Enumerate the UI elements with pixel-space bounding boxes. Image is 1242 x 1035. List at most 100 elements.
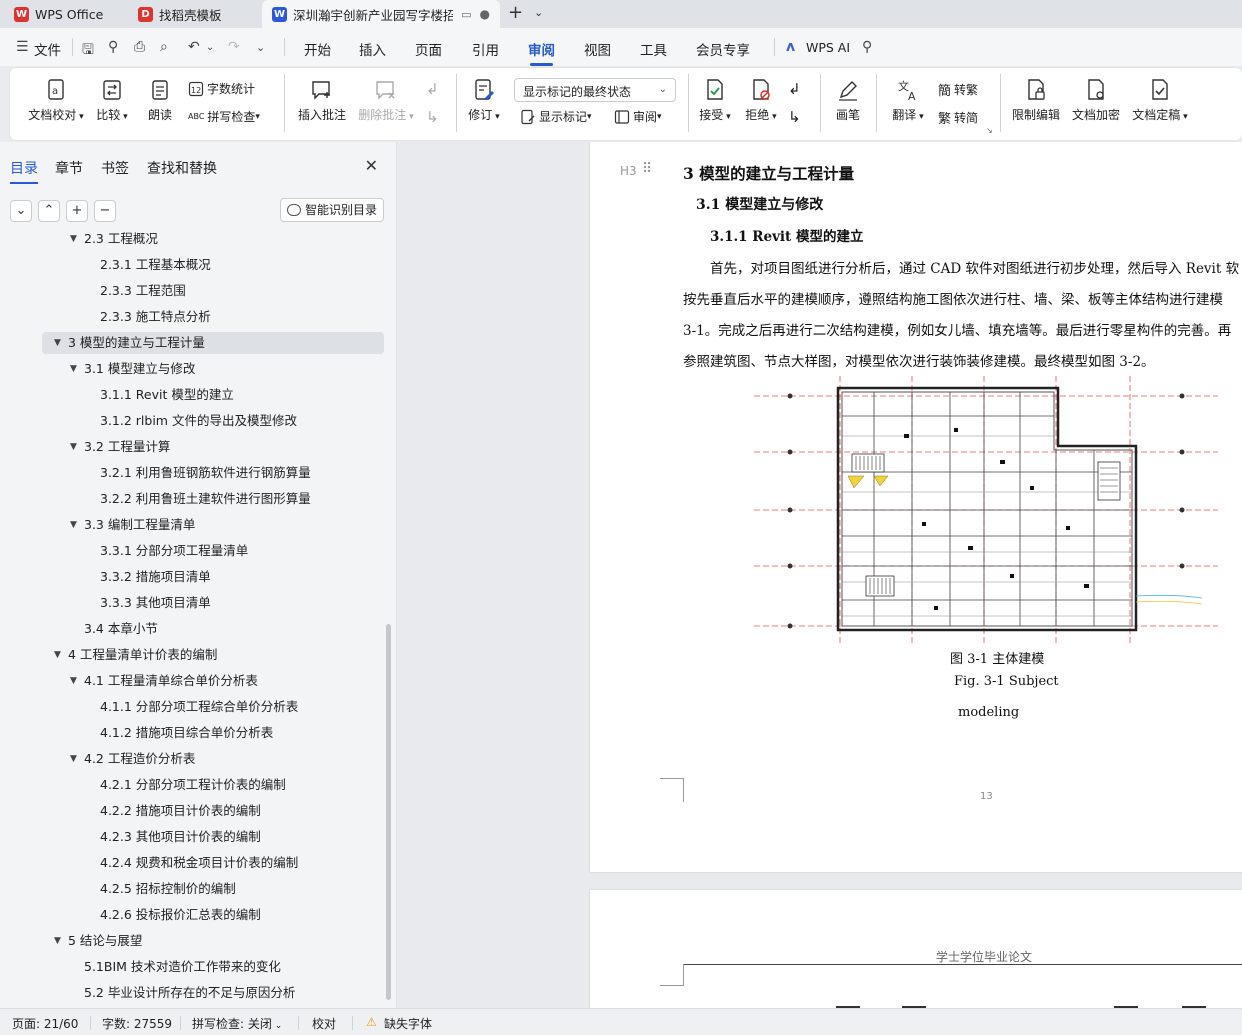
hamburger-icon[interactable]: ☰: [16, 39, 29, 55]
menu-member[interactable]: 会员专享: [696, 39, 750, 59]
nav-tab-sections[interactable]: 章节: [55, 158, 83, 178]
monitor-icon[interactable]: ▭: [461, 8, 471, 21]
expand-arrow-icon[interactable]: ▼: [54, 332, 61, 354]
status-page[interactable]: 页面: 21/60: [12, 1015, 78, 1032]
toc-item[interactable]: ▼ 3 模型的建立与工程计量: [42, 332, 384, 354]
compare-button[interactable]: 比较 ▾: [92, 78, 132, 123]
toc-item[interactable]: 4.2.2 措施项目计价表的编制: [0, 800, 380, 822]
undo-icon[interactable]: ↶: [188, 39, 200, 55]
toc-item[interactable]: 4.1.1 分部分项工程综合单价分析表: [0, 696, 380, 718]
next-comment-icon[interactable]: ↳: [426, 108, 439, 126]
expand-arrow-icon[interactable]: ▼: [70, 436, 77, 458]
toc-item[interactable]: 3.2.2 利用鲁班土建软件进行图形算量: [0, 488, 380, 510]
menu-view[interactable]: 视图: [584, 39, 611, 59]
toc-item[interactable]: ▼ 3.3 编制工程量清单: [0, 514, 380, 536]
restrict-edit-button[interactable]: 限制编辑: [1008, 78, 1064, 123]
drag-handle-icon[interactable]: ⠿: [642, 161, 652, 177]
toc-item[interactable]: 3.2.1 利用鲁班钢筋软件进行钢筋算量: [0, 462, 380, 484]
nav-tab-bookmarks[interactable]: 书签: [101, 158, 129, 178]
expand-arrow-icon[interactable]: ▼: [54, 930, 61, 952]
toc-item[interactable]: ▼ 4.1 工程量清单综合单价分析表: [0, 670, 380, 692]
toc-item[interactable]: 4.1.2 措施项目综合单价分析表: [0, 722, 380, 744]
remove-heading-icon[interactable]: −: [94, 200, 116, 222]
toc-item[interactable]: ▼ 5 结论与展望: [0, 930, 380, 952]
doc-proof-button[interactable]: a 文档校对 ▾: [24, 78, 88, 123]
show-markup-button[interactable]: 显示标记 ▾: [520, 108, 592, 125]
print-icon[interactable]: ⎙: [134, 39, 145, 55]
menu-tools[interactable]: 工具: [640, 39, 667, 59]
expand-arrow-icon[interactable]: ▼: [70, 748, 77, 770]
toc-item[interactable]: 3.3.3 其他项目清单: [0, 592, 380, 614]
toc-item[interactable]: 3.1.1 Revit 模型的建立: [0, 384, 380, 406]
toc-item[interactable]: 2.3.3 工程范围: [0, 280, 380, 302]
reject-button[interactable]: 拒绝 ▾: [740, 78, 782, 123]
accept-button[interactable]: 接受 ▾: [694, 78, 736, 123]
menu-page[interactable]: 页面: [415, 39, 442, 59]
prev-change-icon[interactable]: ↲: [788, 80, 801, 98]
menu-home[interactable]: 开始: [304, 39, 331, 59]
delete-comment-button[interactable]: 删除批注 ▾: [354, 78, 418, 123]
toc-item[interactable]: 4.2.3 其他项目计价表的编制: [0, 826, 380, 848]
undo-dropdown-icon[interactable]: ⌄: [206, 42, 214, 53]
toc-item[interactable]: 3.3.2 措施项目清单: [0, 566, 380, 588]
word-count-button[interactable]: 12 字数统计: [188, 80, 255, 97]
wps-ai-icon[interactable]: ʌ: [786, 39, 795, 55]
spell-check-button[interactable]: ABC 拼写检查 ▾: [188, 108, 260, 125]
toc-item[interactable]: 2.3.1 工程基本概况: [0, 254, 380, 276]
status-spell-check[interactable]: 拼写检查: 关闭 ⌄: [192, 1015, 282, 1032]
save-icon[interactable]: 🖫: [82, 39, 94, 63]
more-chevron-icon[interactable]: ⌄: [256, 41, 265, 54]
search-icon[interactable]: ⚲: [862, 39, 872, 55]
toc-item[interactable]: 4.2.5 招标控制价的编制: [0, 878, 380, 900]
review-pane-button[interactable]: 审阅 ▾: [614, 108, 662, 125]
smart-toc-button[interactable]: 智能识别目录: [280, 198, 384, 222]
toc-item[interactable]: ▼ 3.2 工程量计算: [0, 436, 380, 458]
status-missing-font[interactable]: 缺失字体: [384, 1015, 432, 1032]
expand-down-icon[interactable]: ⌄: [10, 200, 32, 222]
expand-arrow-icon[interactable]: ▼: [54, 644, 61, 666]
tab-current-document[interactable]: W 深圳瀚宇创新产业园写字楼招标 ▭ ●: [262, 0, 500, 28]
add-heading-icon[interactable]: +: [66, 200, 88, 222]
dialog-launcher-icon[interactable]: ↘: [986, 126, 993, 135]
new-tab-plus-icon[interactable]: +: [508, 2, 523, 23]
menu-insert[interactable]: 插入: [359, 39, 386, 59]
tab-docer-templates[interactable]: D 找稻壳模板: [128, 0, 260, 28]
menu-file[interactable]: 文件: [34, 39, 61, 59]
toc-item[interactable]: 3.3.1 分部分项工程量清单: [0, 540, 380, 562]
doc-encrypt-button[interactable]: 文档加密: [1068, 78, 1124, 123]
toc-item[interactable]: 4.2.4 规费和税金项目计价表的编制: [0, 852, 380, 874]
toc-item[interactable]: 5.1BIM 技术对造价工作带来的变化: [0, 956, 380, 978]
toc-item[interactable]: 5.2 毕业设计所存在的不足与原因分析: [0, 982, 380, 1004]
menu-review[interactable]: 审阅: [528, 39, 555, 66]
doc-finalize-button[interactable]: 文档定稿 ▾: [1128, 78, 1192, 123]
prev-comment-icon[interactable]: ↲: [426, 80, 439, 98]
insert-comment-button[interactable]: 插入批注: [294, 78, 350, 123]
next-change-icon[interactable]: ↳: [788, 108, 801, 126]
collapse-up-icon[interactable]: ⌃: [38, 200, 60, 222]
toc-item[interactable]: 2.3.3 施工特点分析: [0, 306, 380, 328]
to-simplified-button[interactable]: 繁 转简: [938, 108, 978, 127]
tab-wps-office[interactable]: W WPS Office: [4, 0, 120, 28]
status-proofread[interactable]: 校对: [312, 1015, 336, 1032]
toc-item[interactable]: 4.2.6 投标报价汇总表的编制: [0, 904, 380, 926]
chevron-down-icon[interactable]: ⌄: [534, 6, 543, 19]
unsaved-dot-icon[interactable]: ●: [480, 7, 490, 21]
translate-button[interactable]: 文A 翻译 ▾: [886, 78, 930, 123]
to-traditional-button[interactable]: 簡 转繁: [938, 80, 978, 99]
next-document-page[interactable]: 学士学位毕业论文: [590, 890, 1242, 1008]
print-preview-icon[interactable]: ⌕: [160, 39, 168, 55]
track-changes-button[interactable]: 修订 ▾: [464, 78, 504, 123]
menu-wps-ai[interactable]: WPS AI: [806, 40, 850, 55]
document-page[interactable]: H3 ⠿ 3 模型的建立与工程计量 3.1 模型建立与修改 3.1.1 Revi…: [590, 142, 1242, 872]
expand-arrow-icon[interactable]: ▼: [70, 514, 77, 536]
expand-arrow-icon[interactable]: ▼: [70, 228, 77, 250]
expand-arrow-icon[interactable]: ▼: [70, 670, 77, 692]
status-word-count[interactable]: 字数: 27559: [102, 1015, 172, 1032]
toc-item[interactable]: ▼ 4 工程量清单计价表的编制: [0, 644, 380, 666]
toc-item[interactable]: 3.1.2 rlbim 文件的导出及模型修改: [0, 410, 380, 432]
pen-button[interactable]: 画笔: [828, 78, 868, 123]
toc-item[interactable]: ▼ 4.2 工程造价分析表: [0, 748, 380, 770]
toc-item[interactable]: 4.2.1 分部分项工程计价表的编制: [0, 774, 380, 796]
toc-item[interactable]: ▼ 3.1 模型建立与修改: [0, 358, 380, 380]
nav-scrollbar[interactable]: [386, 624, 391, 1000]
